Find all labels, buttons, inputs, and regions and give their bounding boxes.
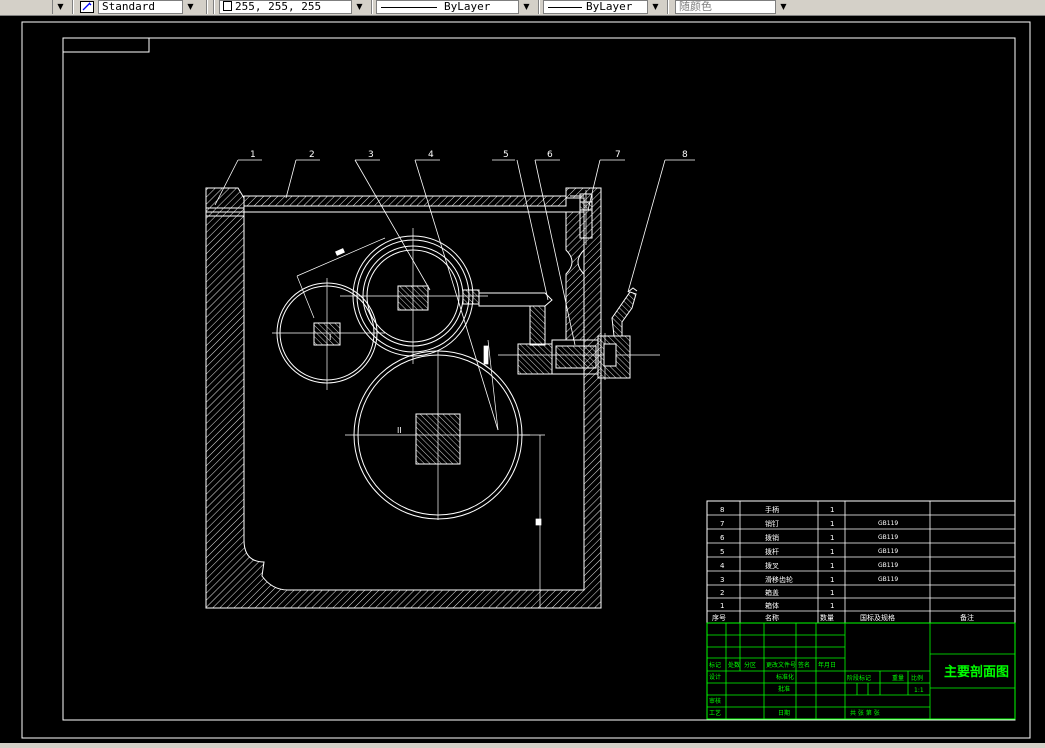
- parts-row-3-no: 3: [720, 576, 724, 584]
- lineweight-value: ByLayer: [586, 0, 633, 13]
- callout-6: 6: [547, 150, 553, 160]
- lineweight-select[interactable]: ByLayer: [543, 0, 663, 14]
- parts-row-6-qty: 1: [830, 534, 834, 542]
- title-label-zone: 分区: [744, 661, 756, 669]
- lineweight-sample: [548, 7, 582, 8]
- linetype-value: ByLayer: [444, 0, 491, 13]
- toolbar-separator: [72, 0, 74, 14]
- title-label-change-doc: 更改文件号: [766, 661, 796, 669]
- toolbar-separator: [538, 0, 540, 14]
- callout-3: 3: [368, 150, 374, 160]
- parts-header-note: 备注: [960, 613, 974, 622]
- title-label-review: 审核: [709, 697, 721, 705]
- title-label-approval: 批准: [778, 685, 790, 693]
- parts-row-6-name: 拨销: [765, 533, 779, 542]
- text-style-value: Standard: [102, 0, 155, 13]
- parts-row-8-no: 8: [720, 506, 724, 514]
- title-label-mark: 标记: [709, 661, 721, 669]
- parts-row-7-spec: GB119: [878, 520, 898, 527]
- parts-row-7-qty: 1: [830, 520, 834, 528]
- toolbar-separator: [213, 0, 215, 14]
- shaft-label-2: II: [397, 426, 402, 435]
- title-label-signature: 签名: [798, 661, 810, 669]
- properties-toolbar: ▼ Standard ▼ 255, 255, 255 ▼ ByLayer ▼ B…: [0, 0, 1045, 16]
- plot-style-value: 随颜色: [679, 0, 712, 13]
- dropdown-arrow-icon[interactable]: ▼: [182, 0, 198, 14]
- parts-row-1-qty: 1: [830, 602, 834, 610]
- shift-fork-assembly: [462, 287, 638, 379]
- parts-header-spec: 国标及规格: [860, 613, 895, 622]
- text-style-icon[interactable]: [80, 1, 94, 13]
- callout-1: 1: [250, 150, 256, 160]
- parts-row-1-no: 1: [720, 602, 724, 610]
- title-label-design: 设计: [709, 673, 721, 681]
- parts-row-6-no: 6: [720, 534, 725, 542]
- dropdown-arrow-icon[interactable]: ▼: [518, 0, 534, 14]
- drawing-canvas[interactable]: 1 2 3 4 5 6 7 8 I II 8 手柄 1 7 销钉 1 GB119…: [0, 15, 1045, 743]
- title-label-stage: 阶段标记: [847, 674, 871, 682]
- parts-row-8-name: 手柄: [765, 505, 779, 514]
- parts-row-4-qty: 1: [830, 562, 834, 570]
- toolbar-separator: [206, 0, 208, 14]
- parts-row-5-qty: 1: [830, 548, 834, 556]
- dropdown-arrow-icon[interactable]: ▼: [351, 0, 367, 14]
- linetype-select[interactable]: ByLayer: [376, 0, 534, 14]
- title-block: 标记 处数 分区 更改文件号 签名 年月日 设计 审核 工艺 标准化 批准 日期…: [706, 622, 1016, 720]
- parts-header-name: 名称: [765, 613, 779, 622]
- title-label-date: 年月日: [818, 661, 836, 669]
- color-select[interactable]: 255, 255, 255: [219, 0, 367, 14]
- shaft-label-1: I: [329, 333, 331, 342]
- parts-row-1-name: 箱体: [765, 601, 779, 610]
- parts-row-7-no: 7: [720, 520, 724, 528]
- plot-style-select[interactable]: 随颜色: [675, 0, 791, 14]
- parts-row-4-name: 拨叉: [765, 561, 779, 570]
- parts-list-table: 8 手柄 1 7 销钉 1 GB119 6 拨销 1 GB119 5 拨杆 1 …: [706, 500, 1016, 624]
- parts-row-5-no: 5: [720, 548, 724, 556]
- drawing-title: 主要剖面图: [944, 664, 1009, 680]
- title-label-count: 处数: [728, 661, 740, 669]
- outer-frame: [21, 21, 1031, 739]
- title-label-weight: 重量: [892, 674, 904, 682]
- callout-8: 8: [682, 150, 688, 160]
- parts-row-4-no: 4: [720, 562, 725, 570]
- title-label-approval-date: 日期: [778, 709, 790, 717]
- parts-row-2-no: 2: [720, 589, 724, 597]
- callout-5: 5: [503, 150, 509, 160]
- dropdown-arrow-icon[interactable]: ▼: [647, 0, 663, 14]
- toolbar-separator: [371, 0, 373, 14]
- dropdown-arrow-icon[interactable]: ▼: [775, 0, 791, 14]
- parts-row-5-spec: GB119: [878, 548, 898, 555]
- parts-row-6-spec: GB119: [878, 534, 898, 541]
- toolbar-separator: [667, 0, 669, 14]
- status-strip: [0, 743, 1045, 748]
- callout-2: 2: [309, 150, 315, 160]
- drawing-number-box: [62, 37, 150, 53]
- linetype-sample: [381, 7, 437, 8]
- parts-row-3-name: 滑移齿轮: [765, 575, 793, 584]
- parts-row-3-qty: 1: [830, 576, 834, 584]
- title-sheet-text: 共 张 第 张: [850, 709, 880, 717]
- title-label-process: 工艺: [709, 709, 721, 717]
- parts-header-qty: 数量: [820, 613, 834, 622]
- parts-row-8-qty: 1: [830, 506, 834, 514]
- parts-row-7-name: 销钉: [765, 519, 779, 528]
- color-value: 255, 255, 255: [235, 0, 322, 13]
- title-label-standardization: 标准化: [776, 673, 794, 681]
- parts-row-5-name: 拨杆: [765, 547, 779, 556]
- color-swatch-icon: [223, 1, 232, 11]
- callout-4: 4: [428, 150, 434, 160]
- dropdown-arrow-icon[interactable]: ▼: [52, 0, 68, 14]
- parts-row-3-spec: GB119: [878, 576, 898, 583]
- parts-row-2-qty: 1: [830, 589, 834, 597]
- parts-row-4-spec: GB119: [878, 562, 898, 569]
- housing-cover: [243, 195, 567, 207]
- parts-header-no: 序号: [712, 613, 726, 622]
- parts-row-2-name: 箱盖: [765, 588, 779, 597]
- title-scale-value: 1:1: [914, 687, 924, 694]
- title-label-scale: 比例: [911, 674, 923, 682]
- callout-7: 7: [615, 150, 621, 160]
